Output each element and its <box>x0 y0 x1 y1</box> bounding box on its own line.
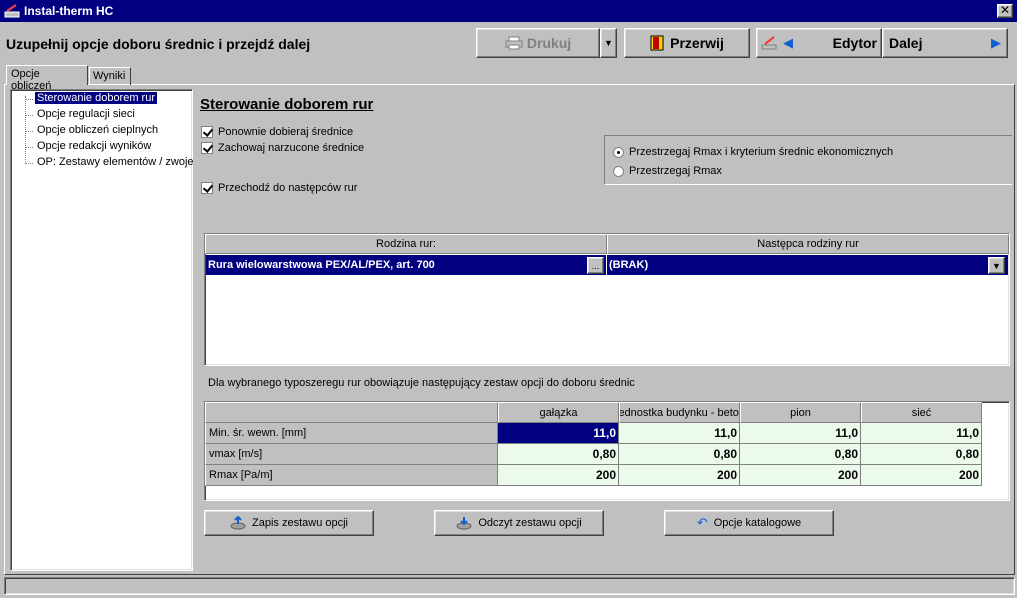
grid-cell[interactable]: 0,80 <box>619 444 740 465</box>
forward-arrow-icon: ▶ <box>991 35 1001 50</box>
checkbox-label: Zachowaj narzucone średnice <box>218 142 365 154</box>
grid-cell[interactable]: 0,80 <box>740 444 861 465</box>
checkbox-label: Ponownie dobieraj średnice <box>218 126 354 138</box>
next-button[interactable]: Dalej ▶ <box>882 28 1008 58</box>
close-button[interactable]: ✕ <box>997 4 1013 18</box>
column-header-branch[interactable]: gałązka <box>498 402 619 423</box>
load-options-button[interactable]: Odczyt zestawu opcji <box>434 510 604 536</box>
radio-button[interactable] <box>613 146 624 158</box>
tree-item-thermal-options[interactable]: Opcje obliczeń cieplnych <box>35 124 160 136</box>
tree-connector <box>25 99 33 100</box>
editor-label: Edytor <box>832 35 877 51</box>
column-header-unit-label: jednostka budynku - beto <box>619 406 739 419</box>
checkbox-box[interactable] <box>201 182 213 194</box>
family-cell[interactable]: Rura wielowarstwowa PEX/AL/PEX, art. 700 <box>206 255 606 275</box>
grid-cell[interactable]: 0,80 <box>861 444 982 465</box>
tree-connector <box>25 163 33 164</box>
column-header-network[interactable]: sieć <box>861 402 982 423</box>
radio-rmax[interactable]: Przestrzegaj Rmax <box>613 165 722 177</box>
editor-button[interactable]: ◀ Edytor <box>756 28 882 58</box>
section-title: Sterowanie doborem rur <box>200 96 374 113</box>
row-label-rmax: Rmax [Pa/m] <box>205 465 498 486</box>
tree-connector <box>25 147 33 148</box>
column-header-riser[interactable]: pion <box>740 402 861 423</box>
ellipsis-icon: ... <box>591 260 600 271</box>
tree-item-network-regulation[interactable]: Opcje regulacji sieci <box>35 108 137 120</box>
column-header-family[interactable]: Rodzina rur: <box>205 234 607 254</box>
tree-item-element-sets[interactable]: OP: Zestawy elementów / zwoje <box>35 156 196 168</box>
print-dropdown-button[interactable]: ▼ <box>600 28 617 58</box>
grid-cell[interactable]: 200 <box>861 465 982 486</box>
app-icon <box>4 4 20 18</box>
grid-cell[interactable]: 11,0 <box>740 423 861 444</box>
successor-dropdown-button[interactable]: ▼ <box>988 257 1005 274</box>
family-value: Rura wielowarstwowa PEX/AL/PEX, art. 700 <box>208 259 435 271</box>
pipe-family-grid[interactable]: Rodzina rur: Następca rodziny rur Rura w… <box>204 233 1010 366</box>
checkbox-keep-imposed[interactable]: Zachowaj narzucone średnice <box>201 142 364 154</box>
grid-cell[interactable]: 200 <box>498 465 619 486</box>
radio-rmax-economic[interactable]: Przestrzegaj Rmax i kryterium średnic ek… <box>613 146 893 158</box>
chevron-down-icon: ▼ <box>992 260 1001 271</box>
load-options-label: Odczyt zestawu opcji <box>478 517 582 529</box>
tree-connector <box>25 115 33 116</box>
tree-connector <box>25 96 26 162</box>
tab-calc-options[interactable]: Opcje obliczeń <box>6 65 88 92</box>
printer-icon <box>505 36 523 50</box>
download-icon <box>456 517 472 530</box>
checkbox-box[interactable] <box>201 142 213 154</box>
rmax-radio-group: Przestrzegaj Rmax i kryterium średnic ek… <box>604 135 1012 185</box>
exit-door-icon <box>650 35 664 51</box>
next-label: Dalej <box>889 35 923 51</box>
save-options-button[interactable]: Zapis zestawu opcji <box>204 510 374 536</box>
diameter-options-grid[interactable]: gałązka jednostka budynku - beto pion si… <box>204 401 1010 501</box>
window-title: Instal-therm HC <box>24 4 114 18</box>
catalog-options-label: Opcje katalogowe <box>713 517 802 529</box>
back-arrow-icon: ◀ <box>783 35 793 50</box>
info-text: Dla wybranego typoszeregu rur obowiązuje… <box>208 377 635 389</box>
grid-corner <box>205 402 498 423</box>
abort-label: Przerwij <box>670 35 724 51</box>
checkbox-label: Przechodź do następców rur <box>218 182 358 194</box>
page-title: Uzupełnij opcje doboru średnic i przejdź… <box>6 36 311 52</box>
family-browse-button[interactable]: ... <box>587 257 604 274</box>
title-bar: Instal-therm HC ✕ <box>0 0 1017 22</box>
close-icon: ✕ <box>999 3 1011 17</box>
grid-cell[interactable]: 11,0 <box>498 423 619 444</box>
radio-label: Przestrzegaj Rmax i kryterium średnic ek… <box>629 146 894 158</box>
print-button[interactable]: Drukuj <box>476 28 600 58</box>
row-label-min-diameter: Min. śr. wewn. [mm] <box>205 423 498 444</box>
pencil-icon <box>761 36 777 50</box>
tab-results[interactable]: Wyniki <box>89 67 131 85</box>
options-tree[interactable]: Sterowanie doborem rur Opcje regulacji s… <box>10 89 196 571</box>
abort-button[interactable]: Przerwij <box>624 28 750 58</box>
upload-icon <box>230 516 246 530</box>
tree-item-pipe-control[interactable]: Sterowanie doborem rur <box>35 92 158 104</box>
grid-cell[interactable]: 200 <box>740 465 861 486</box>
checkbox-reselect-diameters[interactable]: Ponownie dobieraj średnice <box>201 126 353 138</box>
grid-cell[interactable]: 11,0 <box>619 423 740 444</box>
radio-button[interactable] <box>613 165 624 177</box>
successor-value: (BRAK) <box>609 259 649 271</box>
tree-item-results-editing[interactable]: Opcje redakcji wyników <box>35 140 153 152</box>
tab-label: Wyniki <box>93 70 126 82</box>
chevron-down-icon: ▼ <box>604 38 613 48</box>
print-label: Drukuj <box>526 35 572 51</box>
checkbox-box[interactable] <box>201 126 213 138</box>
successor-cell[interactable]: (BRAK) <box>607 255 1008 275</box>
tree-connector <box>25 131 33 132</box>
radio-label: Przestrzegaj Rmax <box>629 165 722 177</box>
grid-cell[interactable]: 200 <box>619 465 740 486</box>
grid-cell[interactable]: 0,80 <box>498 444 619 465</box>
status-bar <box>4 577 1015 595</box>
grid-cell[interactable]: 11,0 <box>861 423 982 444</box>
undo-arrow-icon: ↶ <box>696 515 708 530</box>
catalog-options-button[interactable]: ↶ Opcje katalogowe <box>664 510 834 536</box>
save-options-label: Zapis zestawu opcji <box>252 517 348 529</box>
row-label-vmax: vmax [m/s] <box>205 444 498 465</box>
tab-label: Opcje obliczeń <box>11 68 52 92</box>
checkbox-go-to-successors[interactable]: Przechodź do następców rur <box>201 182 357 194</box>
column-header-successor[interactable]: Następca rodziny rur <box>607 234 1009 254</box>
column-header-unit[interactable]: jednostka budynku - beto <box>619 402 740 423</box>
